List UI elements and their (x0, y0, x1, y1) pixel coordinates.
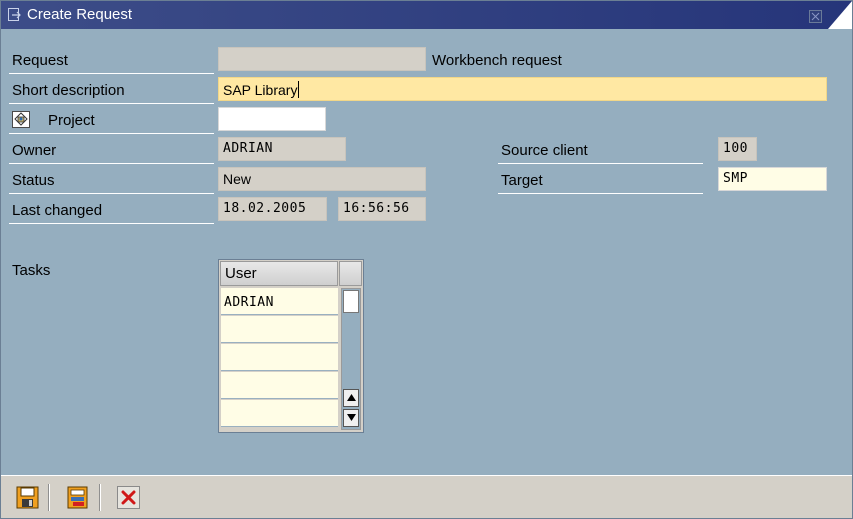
owner-label: Owner (12, 142, 57, 159)
toolbar-separator (99, 484, 101, 511)
request-label: Request (12, 52, 68, 69)
short-description-label: Short description (12, 82, 125, 99)
tasks-column-header-user[interactable]: User (220, 261, 338, 286)
dialog-toolbar (1, 475, 852, 518)
last-changed-label: Last changed (12, 202, 103, 219)
scroll-down-icon[interactable] (343, 409, 359, 427)
tasks-scrollbar[interactable] (341, 288, 361, 430)
row-divider (9, 103, 214, 104)
last-changed-date-field: 18.02.2005 (218, 197, 327, 221)
target-label: Target (501, 172, 543, 189)
task-row[interactable] (221, 372, 338, 399)
window-title: Create Request (27, 6, 133, 23)
close-icon[interactable] (809, 10, 822, 23)
create-request-dialog: Create Request Request Workbench request… (0, 0, 853, 519)
row-divider (9, 133, 214, 134)
source-client-field: 100 (718, 137, 757, 161)
tasks-label: Tasks (12, 262, 51, 279)
project-icon[interactable] (12, 111, 30, 128)
save-icon[interactable] (15, 485, 40, 510)
scroll-up-icon[interactable] (343, 389, 359, 407)
task-row[interactable] (221, 344, 338, 371)
project-input[interactable] (218, 107, 326, 131)
project-label: Project (48, 112, 95, 129)
local-request-icon[interactable] (65, 485, 90, 510)
row-divider (9, 163, 214, 164)
status-label: Status (12, 172, 55, 189)
task-row[interactable] (221, 400, 338, 427)
target-input[interactable]: SMP (718, 167, 827, 191)
toolbar-separator (48, 484, 50, 511)
short-description-value: SAP Library (223, 82, 298, 98)
create-request-icon (8, 8, 21, 21)
task-user-value: ADRIAN (224, 295, 274, 310)
request-type-text: Workbench request (432, 52, 562, 69)
row-divider (9, 223, 214, 224)
row-divider (9, 73, 214, 74)
short-description-input[interactable]: SAP Library (218, 77, 827, 101)
row-divider (498, 163, 703, 164)
request-number-field (218, 47, 426, 71)
owner-field: ADRIAN (218, 137, 346, 161)
task-row[interactable]: ADRIAN (221, 288, 338, 315)
last-changed-time-field: 16:56:56 (338, 197, 426, 221)
row-divider (498, 193, 703, 194)
title-bar: Create Request (1, 1, 852, 29)
request-form: Request Workbench request Short descript… (1, 29, 852, 475)
status-field: New (218, 167, 426, 191)
tasks-table: User ADRIAN (218, 259, 364, 433)
text-cursor (298, 81, 300, 98)
row-divider (9, 193, 214, 194)
task-row[interactable] (221, 316, 338, 343)
scrollbar-thumb[interactable] (343, 290, 359, 313)
source-client-label: Source client (501, 142, 588, 159)
cancel-icon[interactable] (116, 485, 141, 510)
tasks-column-settings[interactable] (339, 261, 362, 286)
